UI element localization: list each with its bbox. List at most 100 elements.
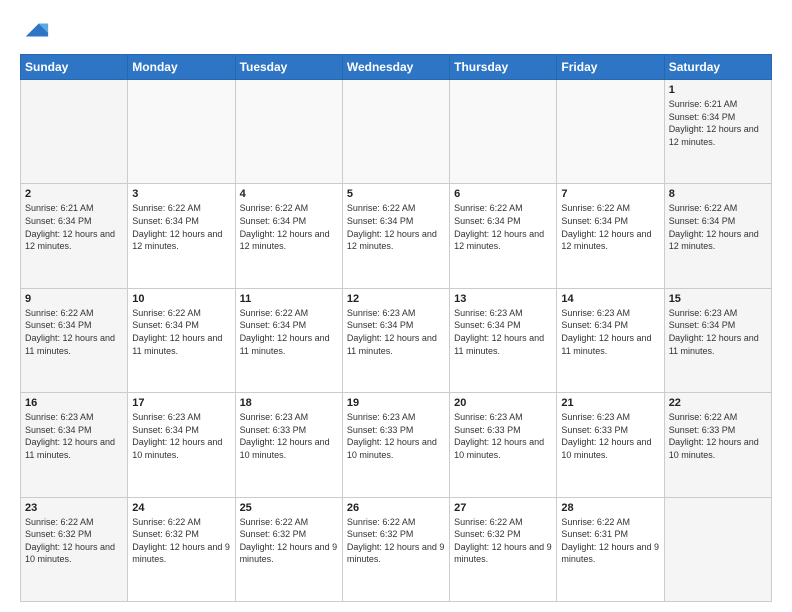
- col-header-friday: Friday: [557, 55, 664, 80]
- day-number: 21: [561, 397, 659, 409]
- week-row-0: 1 Sunrise: 6:21 AM Sunset: 6:34 PM Daylig…: [21, 80, 772, 184]
- day-number: 9: [25, 293, 123, 305]
- day-number: 4: [240, 188, 338, 200]
- day-cell: [342, 80, 449, 184]
- day-cell: [235, 80, 342, 184]
- col-header-saturday: Saturday: [664, 55, 771, 80]
- day-cell: [450, 80, 557, 184]
- col-header-sunday: Sunday: [21, 55, 128, 80]
- day-cell: 24 Sunrise: 6:22 AM Sunset: 6:32 PM Dayli…: [128, 497, 235, 601]
- day-info: Sunrise: 6:22 AM Sunset: 6:34 PM Dayligh…: [240, 202, 338, 252]
- day-cell: [21, 80, 128, 184]
- day-number: 12: [347, 293, 445, 305]
- logo: [20, 16, 50, 44]
- day-cell: 7 Sunrise: 6:22 AM Sunset: 6:34 PM Daylig…: [557, 184, 664, 288]
- day-cell: 26 Sunrise: 6:22 AM Sunset: 6:32 PM Dayli…: [342, 497, 449, 601]
- day-info: Sunrise: 6:23 AM Sunset: 6:33 PM Dayligh…: [454, 411, 552, 461]
- day-number: 24: [132, 502, 230, 514]
- day-info: Sunrise: 6:22 AM Sunset: 6:32 PM Dayligh…: [240, 516, 338, 566]
- day-info: Sunrise: 6:22 AM Sunset: 6:34 PM Dayligh…: [132, 307, 230, 357]
- day-number: 1: [669, 84, 767, 96]
- col-header-thursday: Thursday: [450, 55, 557, 80]
- day-info: Sunrise: 6:22 AM Sunset: 6:32 PM Dayligh…: [454, 516, 552, 566]
- col-header-tuesday: Tuesday: [235, 55, 342, 80]
- day-cell: 17 Sunrise: 6:23 AM Sunset: 6:34 PM Dayli…: [128, 393, 235, 497]
- week-row-2: 9 Sunrise: 6:22 AM Sunset: 6:34 PM Daylig…: [21, 288, 772, 392]
- day-cell: 23Sunrise: 6:22 AM Sunset: 6:32 PM Dayli…: [21, 497, 128, 601]
- day-cell: 3 Sunrise: 6:22 AM Sunset: 6:34 PM Daylig…: [128, 184, 235, 288]
- day-number: 3: [132, 188, 230, 200]
- day-info: Sunrise: 6:22 AM Sunset: 6:33 PM Dayligh…: [669, 411, 767, 461]
- day-number: 16: [25, 397, 123, 409]
- header: [20, 16, 772, 44]
- day-cell: 2 Sunrise: 6:21 AM Sunset: 6:34 PM Daylig…: [21, 184, 128, 288]
- day-cell: 15 Sunrise: 6:23 AM Sunset: 6:34 PM Dayli…: [664, 288, 771, 392]
- day-info: Sunrise: 6:23 AM Sunset: 6:34 PM Dayligh…: [669, 307, 767, 357]
- day-number: 15: [669, 293, 767, 305]
- day-info: Sunrise: 6:22 AM Sunset: 6:34 PM Dayligh…: [240, 307, 338, 357]
- day-number: 28: [561, 502, 659, 514]
- day-number: 22: [669, 397, 767, 409]
- day-cell: 19 Sunrise: 6:23 AM Sunset: 6:33 PM Dayli…: [342, 393, 449, 497]
- day-number: 27: [454, 502, 552, 514]
- day-info: Sunrise: 6:23 AM Sunset: 6:34 PM Dayligh…: [454, 307, 552, 357]
- day-info: Sunrise: 6:22 AM Sunset: 6:34 PM Dayligh…: [347, 202, 445, 252]
- day-cell: [557, 80, 664, 184]
- calendar-header-row: SundayMondayTuesdayWednesdayThursdayFrid…: [21, 55, 772, 80]
- day-number: 7: [561, 188, 659, 200]
- day-info: Sunrise: 6:22 AM Sunset: 6:31 PM Dayligh…: [561, 516, 659, 566]
- day-info: Sunrise: 6:22 AM Sunset: 6:32 PM Dayligh…: [132, 516, 230, 566]
- day-info: Sunrise: 6:22 AM Sunset: 6:34 PM Dayligh…: [561, 202, 659, 252]
- day-info: Sunrise: 6:23 AM Sunset: 6:33 PM Dayligh…: [347, 411, 445, 461]
- day-info: Sunrise: 6:23 AM Sunset: 6:33 PM Dayligh…: [240, 411, 338, 461]
- day-cell: 9 Sunrise: 6:22 AM Sunset: 6:34 PM Daylig…: [21, 288, 128, 392]
- day-info: Sunrise: 6:22 AM Sunset: 6:34 PM Dayligh…: [669, 202, 767, 252]
- day-info: Sunrise: 6:21 AM Sunset: 6:34 PM Dayligh…: [25, 202, 123, 252]
- day-number: 26: [347, 502, 445, 514]
- day-info: Sunrise: 6:22 AM Sunset: 6:34 PM Dayligh…: [132, 202, 230, 252]
- day-cell: 22 Sunrise: 6:22 AM Sunset: 6:33 PM Dayli…: [664, 393, 771, 497]
- day-cell: 27 Sunrise: 6:22 AM Sunset: 6:32 PM Dayli…: [450, 497, 557, 601]
- day-info: Sunrise: 6:23 AM Sunset: 6:33 PM Dayligh…: [561, 411, 659, 461]
- day-number: 14: [561, 293, 659, 305]
- col-header-monday: Monday: [128, 55, 235, 80]
- day-cell: 8 Sunrise: 6:22 AM Sunset: 6:34 PM Daylig…: [664, 184, 771, 288]
- day-number: 13: [454, 293, 552, 305]
- day-cell: 11Sunrise: 6:22 AM Sunset: 6:34 PM Dayli…: [235, 288, 342, 392]
- day-number: 23: [25, 502, 123, 514]
- week-row-1: 2 Sunrise: 6:21 AM Sunset: 6:34 PM Daylig…: [21, 184, 772, 288]
- day-cell: [664, 497, 771, 601]
- day-cell: 28 Sunrise: 6:22 AM Sunset: 6:31 PM Dayli…: [557, 497, 664, 601]
- day-info: Sunrise: 6:22 AM Sunset: 6:34 PM Dayligh…: [25, 307, 123, 357]
- day-info: Sunrise: 6:22 AM Sunset: 6:32 PM Dayligh…: [347, 516, 445, 566]
- day-number: 6: [454, 188, 552, 200]
- day-number: 17: [132, 397, 230, 409]
- day-cell: [128, 80, 235, 184]
- day-info: Sunrise: 6:23 AM Sunset: 6:34 PM Dayligh…: [561, 307, 659, 357]
- day-info: Sunrise: 6:23 AM Sunset: 6:34 PM Dayligh…: [347, 307, 445, 357]
- day-cell: 12 Sunrise: 6:23 AM Sunset: 6:34 PM Dayli…: [342, 288, 449, 392]
- day-info: Sunrise: 6:21 AM Sunset: 6:34 PM Dayligh…: [669, 98, 767, 148]
- day-number: 8: [669, 188, 767, 200]
- day-cell: 13 Sunrise: 6:23 AM Sunset: 6:34 PM Dayli…: [450, 288, 557, 392]
- day-number: 18: [240, 397, 338, 409]
- calendar-table: SundayMondayTuesdayWednesdayThursdayFrid…: [20, 54, 772, 602]
- day-number: 20: [454, 397, 552, 409]
- day-cell: 10Sunrise: 6:22 AM Sunset: 6:34 PM Dayli…: [128, 288, 235, 392]
- day-info: Sunrise: 6:23 AM Sunset: 6:34 PM Dayligh…: [25, 411, 123, 461]
- page: SundayMondayTuesdayWednesdayThursdayFrid…: [0, 0, 792, 612]
- day-cell: 25 Sunrise: 6:22 AM Sunset: 6:32 PM Dayli…: [235, 497, 342, 601]
- day-cell: 20 Sunrise: 6:23 AM Sunset: 6:33 PM Dayli…: [450, 393, 557, 497]
- day-number: 2: [25, 188, 123, 200]
- week-row-4: 23 Sunrise: 6:22 AM Sunset: 6:32 PM Dayli…: [21, 497, 772, 601]
- day-cell: 14 Sunrise: 6:23 AM Sunset: 6:34 PM Dayli…: [557, 288, 664, 392]
- week-row-3: 16 Sunrise: 6:23 AM Sunset: 6:34 PM Dayli…: [21, 393, 772, 497]
- day-cell: 21 Sunrise: 6:23 AM Sunset: 6:33 PM Dayli…: [557, 393, 664, 497]
- day-info: Sunrise: 6:23 AM Sunset: 6:34 PM Dayligh…: [132, 411, 230, 461]
- day-number: 19: [347, 397, 445, 409]
- day-number: 5: [347, 188, 445, 200]
- day-cell: 16 Sunrise: 6:23 AM Sunset: 6:34 PM Dayli…: [21, 393, 128, 497]
- day-cell: 5 Sunrise: 6:22 AM Sunset: 6:34 PM Daylig…: [342, 184, 449, 288]
- day-info: Sunrise: 6:22 AM Sunset: 6:34 PM Dayligh…: [454, 202, 552, 252]
- day-number: 25: [240, 502, 338, 514]
